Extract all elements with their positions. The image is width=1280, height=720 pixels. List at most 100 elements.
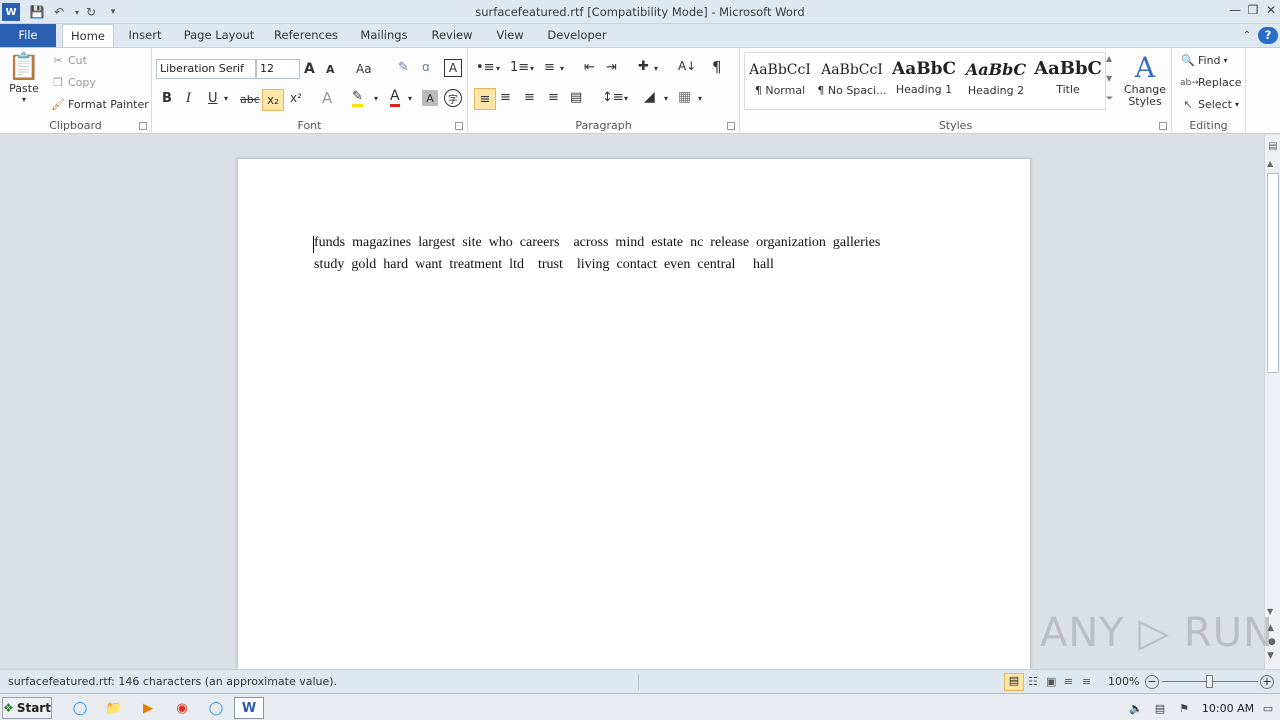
- tab-page-layout[interactable]: Page Layout: [180, 24, 258, 47]
- media-player-icon[interactable]: ▶: [136, 697, 160, 719]
- clear-formatting-icon[interactable]: ✎: [398, 60, 409, 75]
- numbering-icon[interactable]: 1≡: [510, 60, 529, 75]
- sort-icon[interactable]: A↓: [678, 59, 696, 73]
- word-taskbar-button[interactable]: W: [234, 697, 264, 719]
- vertical-scrollbar[interactable]: ▤ ▲ ▼ ▲ ● ▼: [1264, 135, 1280, 669]
- zoom-out-icon[interactable]: −: [1145, 675, 1159, 689]
- styles-more-icon[interactable]: ⏷: [1106, 94, 1113, 104]
- tab-mailings[interactable]: Mailings: [354, 24, 414, 47]
- font-size-field[interactable]: 12: [256, 59, 300, 79]
- replace-button[interactable]: ab→ Replace: [1180, 76, 1242, 89]
- underline-button[interactable]: U: [208, 91, 218, 106]
- styles-launcher-icon[interactable]: [1159, 122, 1167, 130]
- enclose-characters-icon[interactable]: 字: [444, 89, 462, 107]
- styles-scroll-up-icon[interactable]: ▲: [1106, 54, 1112, 63]
- document-page[interactable]: funds magazines largest site who careers…: [237, 158, 1031, 669]
- styles-scroll-down-icon[interactable]: ▼: [1106, 74, 1112, 83]
- style-heading-2[interactable]: AaBbC Heading 2: [960, 52, 1032, 104]
- action-center-flag-icon[interactable]: ⚑: [1176, 697, 1192, 719]
- align-center-icon[interactable]: ≡: [500, 90, 511, 105]
- character-shading-icon[interactable]: A: [422, 90, 438, 106]
- edge-icon[interactable]: ◯: [204, 697, 228, 719]
- font-name-field[interactable]: Liberation Serif: [156, 59, 256, 79]
- file-explorer-icon[interactable]: 📁: [102, 697, 126, 719]
- bullets-icon[interactable]: •≡: [476, 60, 495, 75]
- text-effects-icon[interactable]: A: [322, 89, 332, 107]
- chrome-icon[interactable]: ◉: [170, 697, 194, 719]
- bullets-dropdown-icon[interactable]: ▾: [496, 64, 500, 73]
- increase-indent-icon[interactable]: ⇥: [606, 60, 617, 75]
- italic-button[interactable]: I: [186, 91, 191, 106]
- subscript-button[interactable]: x₂: [262, 89, 284, 111]
- tab-view[interactable]: View: [490, 24, 530, 47]
- change-styles-button[interactable]: A Change Styles: [1120, 52, 1170, 114]
- tab-review[interactable]: Review: [426, 24, 478, 47]
- restore-button[interactable]: ❐: [1244, 3, 1262, 19]
- draft-view-icon[interactable]: ≡: [1082, 675, 1091, 688]
- decrease-indent-icon[interactable]: ⇤: [584, 60, 595, 75]
- strikethrough-button[interactable]: abc: [240, 93, 260, 106]
- asian-layout-dropdown-icon[interactable]: ▾: [654, 64, 658, 73]
- minimize-button[interactable]: —: [1226, 3, 1244, 19]
- distributed-icon[interactable]: ▤: [570, 90, 582, 105]
- font-launcher-icon[interactable]: [455, 122, 463, 130]
- style-no-spacing[interactable]: AaBbCcI ¶ No Spaci...: [816, 52, 888, 104]
- tab-developer[interactable]: Developer: [542, 24, 612, 47]
- document-line-2[interactable]: study gold hard want treatment ltd trust…: [314, 257, 774, 273]
- shading-icon[interactable]: ◢: [644, 89, 655, 105]
- font-color-icon[interactable]: A: [390, 88, 400, 107]
- show-desktop-icon[interactable]: ▭: [1260, 697, 1276, 719]
- volume-icon[interactable]: 🔈: [1128, 697, 1144, 719]
- tab-home[interactable]: Home: [62, 24, 114, 47]
- zoom-in-icon[interactable]: +: [1260, 675, 1274, 689]
- zoom-level[interactable]: 100%: [1108, 675, 1139, 688]
- asian-layout-icon[interactable]: ✚: [638, 59, 649, 74]
- phonetic-guide-icon[interactable]: ɑ: [422, 60, 430, 74]
- highlight-icon[interactable]: ✎: [352, 89, 363, 107]
- scroll-thumb[interactable]: [1267, 173, 1279, 373]
- numbering-dropdown-icon[interactable]: ▾: [530, 64, 534, 73]
- network-icon[interactable]: ▤: [1152, 697, 1168, 719]
- full-screen-reading-icon[interactable]: ☷: [1028, 675, 1038, 688]
- borders-icon[interactable]: ▦: [678, 89, 691, 105]
- style-heading-1[interactable]: AaBbC Heading 1: [888, 52, 960, 104]
- copy-button[interactable]: ❐ Copy: [50, 76, 96, 89]
- font-color-dropdown-icon[interactable]: ▾: [408, 94, 412, 103]
- paragraph-launcher-icon[interactable]: [727, 122, 735, 130]
- character-border-icon[interactable]: A: [444, 59, 462, 77]
- find-button[interactable]: 🔍 Find ▾: [1180, 54, 1227, 67]
- zoom-slider-thumb[interactable]: [1206, 675, 1213, 688]
- multilevel-list-icon[interactable]: ≡: [544, 60, 555, 75]
- tab-insert[interactable]: Insert: [122, 24, 168, 47]
- paste-button[interactable]: 📋 Paste ▾: [6, 52, 42, 118]
- internet-explorer-icon[interactable]: ◯: [68, 697, 92, 719]
- ruler-toggle-icon[interactable]: ▤: [1267, 141, 1279, 155]
- bold-button[interactable]: B: [162, 91, 172, 106]
- minimize-ribbon-icon[interactable]: ⌃: [1238, 24, 1256, 47]
- change-case-button[interactable]: Aa: [356, 62, 372, 76]
- align-right-icon[interactable]: ≡: [524, 90, 535, 105]
- outline-view-icon[interactable]: ≡: [1064, 675, 1073, 688]
- line-spacing-icon[interactable]: ↕≡: [602, 90, 624, 105]
- line-spacing-dropdown-icon[interactable]: ▾: [624, 94, 628, 103]
- start-button[interactable]: ❖ Start: [2, 697, 52, 719]
- clock[interactable]: 10:00 AM: [1200, 697, 1256, 719]
- clipboard-launcher-icon[interactable]: [139, 122, 147, 130]
- justify-icon[interactable]: ≡: [548, 90, 559, 105]
- cut-button[interactable]: ✂ Cut: [50, 54, 87, 67]
- document-line-1[interactable]: funds magazines largest site who careers…: [314, 235, 880, 251]
- highlight-dropdown-icon[interactable]: ▾: [374, 94, 378, 103]
- web-layout-icon[interactable]: ▣: [1046, 675, 1056, 688]
- select-button[interactable]: ↖ Select ▾: [1180, 98, 1239, 111]
- multilevel-dropdown-icon[interactable]: ▾: [560, 64, 564, 73]
- superscript-button[interactable]: x²: [290, 91, 302, 105]
- help-icon[interactable]: ?: [1258, 27, 1278, 44]
- grow-font-button[interactable]: A: [304, 61, 315, 77]
- format-painter-button[interactable]: 🖌 Format Painter: [50, 98, 149, 111]
- close-button[interactable]: ✕: [1262, 3, 1280, 19]
- print-layout-view-icon[interactable]: ▤: [1004, 673, 1024, 691]
- shading-dropdown-icon[interactable]: ▾: [664, 94, 668, 103]
- tab-file[interactable]: File: [0, 24, 56, 47]
- shrink-font-button[interactable]: A: [326, 63, 335, 76]
- style-title[interactable]: AaBbC Title: [1032, 52, 1104, 104]
